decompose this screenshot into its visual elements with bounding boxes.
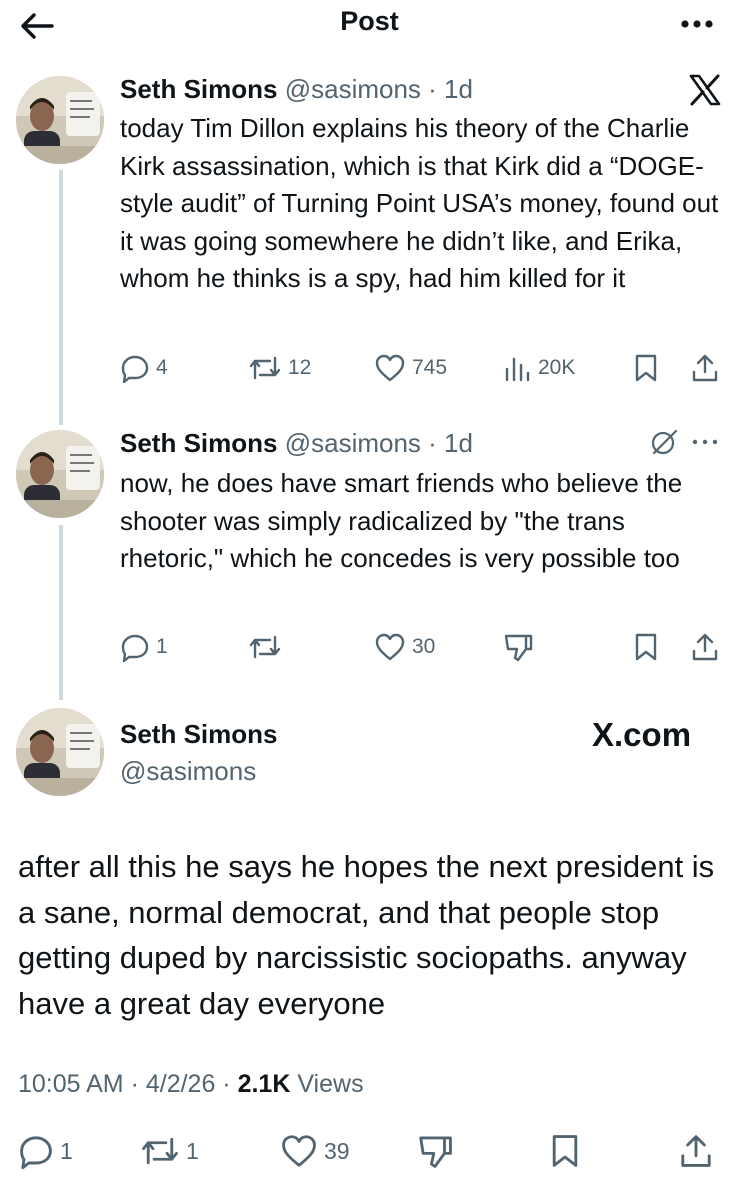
avatar[interactable] [16,708,104,796]
reply-button[interactable]: 1 [120,627,168,667]
views-button[interactable]: 20K [502,348,575,388]
avatar[interactable] [16,76,104,164]
slash-circle-icon [651,429,678,455]
repost-button[interactable]: 12 [248,348,311,388]
thread-line [59,525,63,700]
views-count: 20K [538,356,576,379]
bookmark-icon [635,354,657,382]
heart-icon [282,1135,316,1167]
author-name: Seth Simons [120,719,278,749]
post-time[interactable]: · 1d [428,428,473,458]
post-time[interactable]: 10:05 AM · 4/2/26 · [18,1070,238,1098]
top-bar: Post [0,0,739,52]
author-handle: @sasimons [120,756,257,786]
thumbs-down-icon [419,1136,452,1168]
main-author-handle[interactable]: @sasimons [120,756,256,787]
author-handle[interactable]: @sasimons [285,428,421,458]
more-options-button[interactable] [677,6,717,42]
reply-button[interactable]: 4 [120,348,168,388]
bookmark-button[interactable] [632,348,660,388]
x-logo-button[interactable] [688,74,722,111]
post-actions: 1 30 [120,627,725,667]
share-icon [692,633,718,661]
like-button[interactable]: 39 [280,1131,350,1171]
more-horizontal-icon [692,439,718,445]
bookmark-button[interactable] [632,627,660,667]
reply-count: 1 [60,1137,73,1164]
share-button[interactable] [678,1131,714,1171]
x-logo-icon [689,74,721,106]
x-com-brand: X.com [592,716,692,753]
share-button[interactable] [690,627,720,667]
repost-count: 1 [186,1137,199,1164]
reply-icon [20,1136,52,1169]
bookmark-icon [635,633,657,661]
post-text: today Tim Dillon explains his theory of … [120,113,719,293]
reply-button[interactable]: 1 [18,1131,73,1171]
main-author-name[interactable]: Seth Simons [120,719,277,750]
views-chart-icon [505,357,530,382]
like-count: 30 [412,635,436,658]
repost-icon [142,1137,178,1165]
thumbs-down-icon [504,634,533,662]
author-name[interactable]: Seth Simons [120,428,277,458]
reply-count: 4 [156,356,168,379]
bookmark-icon [552,1135,578,1167]
heart-icon [375,633,405,661]
post-header: Seth Simons @sasimons · 1d [120,428,473,459]
author-name[interactable]: Seth Simons [120,74,277,104]
heart-icon [375,354,405,382]
bookmark-button[interactable] [548,1131,582,1171]
main-post-actions: 1 1 39 [18,1131,723,1171]
more-horizontal-icon [681,20,713,28]
author-handle[interactable]: @sasimons [285,74,421,104]
repost-button[interactable] [248,627,288,667]
reply-icon [121,355,149,383]
avatar-photo [16,430,104,518]
share-icon [681,1135,711,1167]
avatar-photo [16,76,104,164]
post-timestamp: 10:05 AM · 4/2/26 · 2.1K Views [18,1070,364,1099]
dislike-button[interactable] [416,1131,454,1171]
like-button[interactable]: 745 [374,348,447,388]
like-count: 745 [412,356,448,379]
views-label: Views [290,1070,364,1098]
post-header: Seth Simons @sasimons · 1d [120,74,473,105]
like-button[interactable]: 30 [374,627,435,667]
share-icon [692,354,718,382]
post-actions: 4 12 745 20K [120,348,725,388]
post-more-button[interactable] [690,432,720,457]
reply-count: 1 [156,635,168,658]
share-button[interactable] [690,348,720,388]
avatar[interactable] [16,430,104,518]
repost-button[interactable]: 1 [140,1131,199,1171]
post-text: now, he does have smart friends who beli… [120,468,683,573]
post-time[interactable]: · 1d [428,74,473,104]
like-count: 39 [324,1137,350,1164]
grok-button[interactable] [648,426,680,463]
avatar-photo [16,708,104,796]
repost-count: 12 [288,356,312,379]
thread-line [59,170,63,425]
dislike-button[interactable] [502,627,534,667]
views-count[interactable]: 2.1K [238,1070,291,1098]
main-post-text: after all this he says he hopes the next… [18,849,715,1021]
repost-icon [249,356,281,380]
page-title: Post [340,6,399,36]
reply-icon [121,634,149,662]
repost-icon [249,635,281,659]
